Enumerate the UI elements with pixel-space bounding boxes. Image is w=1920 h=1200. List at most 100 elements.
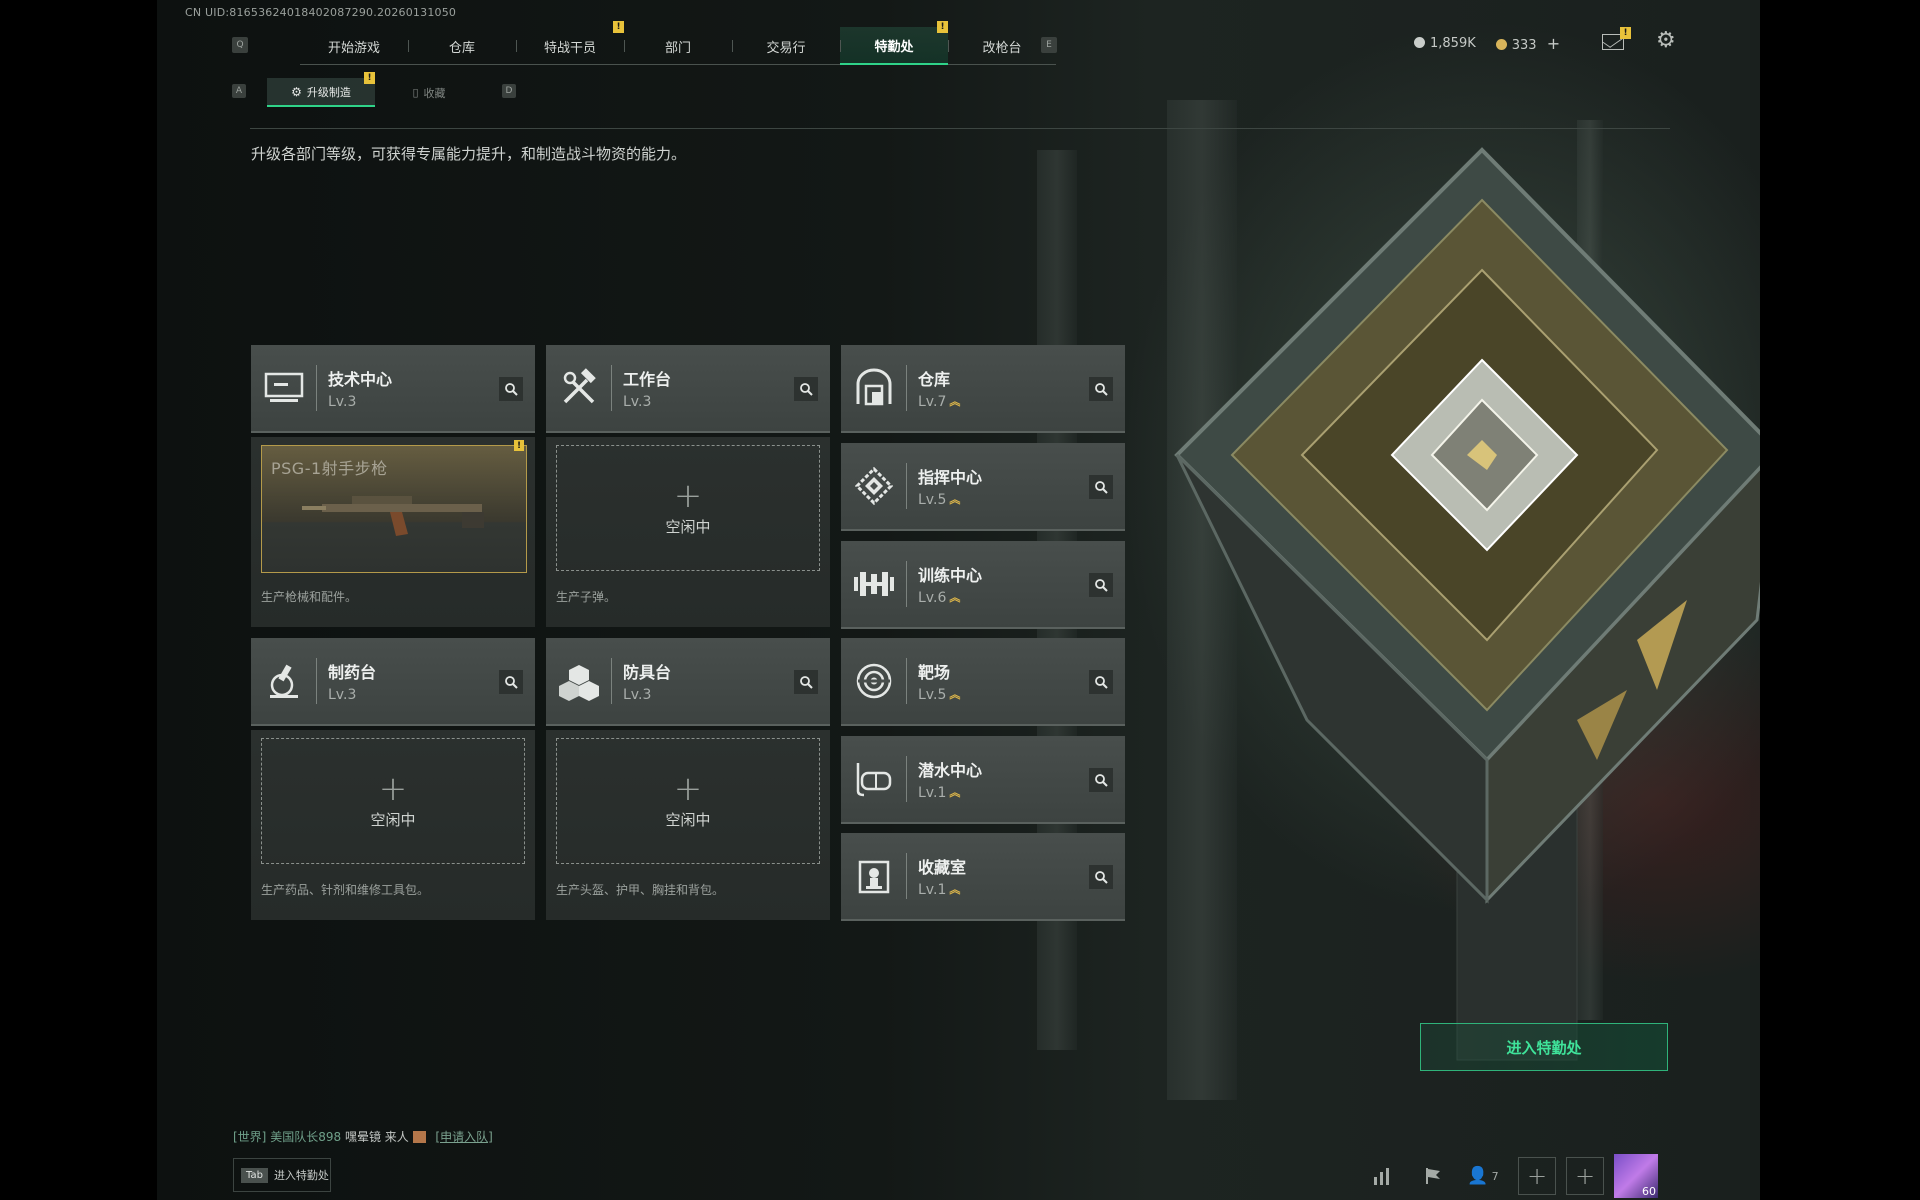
tab-hint[interactable]: Tab 进入特勤处 <box>233 1158 331 1192</box>
currency-bar: 1,859K 333 + <box>1414 34 1560 53</box>
chip-icon <box>841 443 907 529</box>
silver-coin-icon <box>1414 37 1425 48</box>
nav-prev-key: Q <box>232 37 248 53</box>
department-card-tech[interactable]: 技术中心 Lv.3 <box>251 345 535 433</box>
department-level: Lv.7 ︽ <box>918 394 960 410</box>
department-card-armor[interactable]: 防具台 Lv.3 <box>546 638 830 726</box>
level-text: Lv.3 <box>328 394 357 410</box>
search-icon[interactable] <box>1089 768 1113 792</box>
add-currency-button[interactable]: + <box>1547 34 1560 53</box>
department-card-training[interactable]: 训练中心 Lv.6 ︽ <box>841 541 1125 629</box>
subtab-collection[interactable]: ▯ 收藏 <box>375 78 483 107</box>
department-name: 收藏室 <box>918 858 967 877</box>
tab-label: 改枪台 <box>982 40 1022 56</box>
mail-icon[interactable]: ! <box>1602 27 1631 50</box>
upgrade-arrow-icon: ︽ <box>949 591 961 604</box>
tab-gunsmith[interactable]: 改枪台 <box>948 27 1056 65</box>
target-icon <box>841 638 907 724</box>
tab-label: 特勤处 <box>874 39 914 55</box>
upgrade-arrow-icon: ︽ <box>949 688 961 701</box>
search-icon[interactable] <box>1089 573 1113 597</box>
department-name: 制药台 <box>328 663 377 682</box>
slot-description: 生产头盔、护甲、胸挂和背包。 <box>556 883 725 897</box>
diving-mask-icon <box>841 736 907 822</box>
crafting-item[interactable]: PSG-1射手步枪 <box>261 445 527 573</box>
department-card-pharmacy[interactable]: 制药台 Lv.3 <box>251 638 535 726</box>
production-slot-pharmacy[interactable]: + 空闲中 生产药品、针剂和维修工具包。 <box>251 730 535 920</box>
production-slot-tech[interactable]: PSG-1射手步枪 ! 生产枪械和配件。 <box>251 437 535 627</box>
tab-trade[interactable]: 交易行 <box>732 27 840 65</box>
chat-channel: [世界] <box>233 1130 267 1144</box>
sub-nav: ⚙ 升级制造 ! ▯ 收藏 <box>267 72 483 107</box>
department-level: Lv.3 <box>328 687 376 703</box>
search-icon[interactable] <box>794 670 818 694</box>
slot-description: 生产药品、针剂和维修工具包。 <box>261 883 430 897</box>
idle-slot[interactable]: + 空闲中 <box>556 738 820 864</box>
subnav-prev-key: A <box>232 84 246 98</box>
avatar[interactable]: 60 <box>1614 1154 1658 1198</box>
level-text: Lv.5 <box>918 687 947 703</box>
hammer-wrench-icon <box>546 345 612 431</box>
vault-icon <box>841 345 907 431</box>
bottom-toolbar: 👤 7 + + 60 <box>1358 1154 1658 1198</box>
department-level: Lv.6 ︽ <box>918 590 982 606</box>
tab-start-game[interactable]: 开始游戏 <box>300 27 408 65</box>
search-icon[interactable] <box>1089 865 1113 889</box>
search-icon[interactable] <box>1089 670 1113 694</box>
tab-operators[interactable]: 特战干员! <box>516 21 624 65</box>
tab-hint-label: 进入特勤处 <box>273 1169 329 1182</box>
stats-bar-chart-icon[interactable] <box>1358 1154 1408 1198</box>
chat-sender[interactable]: 美国队长898 <box>270 1130 341 1144</box>
idle-slot[interactable]: + 空闲中 <box>261 738 525 864</box>
add-teammate-button[interactable]: + <box>1518 1157 1556 1195</box>
tab-label: 仓库 <box>448 40 475 56</box>
chat-message[interactable]: [世界] 美国队长898 嘿晕镜 来人 [申请入队] <box>233 1128 493 1145</box>
gold-coin-icon <box>1495 39 1507 50</box>
department-card-workbench[interactable]: 工作台 Lv.3 <box>546 345 830 433</box>
department-name: 指挥中心 <box>918 468 983 487</box>
tab-label: 交易行 <box>766 40 806 56</box>
plus-icon: + <box>673 768 703 809</box>
silver-amount: 1,859K <box>1430 36 1476 51</box>
gift-icon <box>412 1131 426 1143</box>
search-icon[interactable] <box>1089 475 1113 499</box>
level-text: Lv.1 <box>918 785 947 801</box>
department-card-warehouse[interactable]: 仓库 Lv.7 ︽ <box>841 345 1125 433</box>
friends-icon: 👤 <box>1467 1166 1489 1186</box>
subtab-label: 升级制造 <box>306 85 351 99</box>
search-icon[interactable] <box>499 670 523 694</box>
search-icon[interactable] <box>794 377 818 401</box>
trophy-icon <box>841 833 907 919</box>
search-icon[interactable] <box>499 377 523 401</box>
search-icon[interactable] <box>1089 377 1113 401</box>
chat-text: 嘿晕镜 来人 <box>344 1130 409 1144</box>
idle-slot[interactable]: + 空闲中 <box>556 445 820 571</box>
production-slot-workbench[interactable]: + 空闲中 生产子弹。 <box>546 437 830 627</box>
join-team-link[interactable]: [申请入队] <box>435 1130 492 1144</box>
settings-gear-icon[interactable]: ⚙ <box>1656 30 1676 52</box>
department-level: Lv.5 ︽ <box>918 492 982 508</box>
alert-badge: ! <box>937 21 948 33</box>
tab-special-ops[interactable]: 特勤处! <box>840 21 948 65</box>
silver-currency: 1,859K <box>1414 36 1476 51</box>
department-card-command[interactable]: 指挥中心 Lv.5 ︽ <box>841 443 1125 531</box>
tab-department[interactable]: 部门 <box>624 27 732 65</box>
department-level: Lv.1 ︽ <box>918 785 982 801</box>
flag-icon[interactable] <box>1408 1154 1458 1198</box>
tab-warehouse[interactable]: 仓库 <box>408 27 516 65</box>
department-card-dive[interactable]: 潜水中心 Lv.1 ︽ <box>841 736 1125 824</box>
level-text: Lv.6 <box>918 590 947 606</box>
friends-button[interactable]: 👤 7 <box>1458 1154 1508 1198</box>
gold-currency: 333 + <box>1495 34 1560 53</box>
top-nav: 开始游戏 仓库 特战干员! 部门 交易行 特勤处! 改枪台 <box>300 21 1056 65</box>
tab-key: Tab <box>241 1167 268 1183</box>
department-card-collection[interactable]: 收藏室 Lv.1 ︽ <box>841 833 1125 921</box>
enter-special-ops-button[interactable]: 进入特勤处 <box>1420 1023 1668 1071</box>
department-card-range[interactable]: 靶场 Lv.5 ︽ <box>841 638 1125 726</box>
subtab-label: 收藏 <box>423 86 446 100</box>
level-text: Lv.3 <box>328 687 357 703</box>
subtab-upgrade-craft[interactable]: ⚙ 升级制造 ! <box>267 72 375 107</box>
nav-next-key: E <box>1041 37 1057 53</box>
production-slot-armor[interactable]: + 空闲中 生产头盔、护甲、胸挂和背包。 <box>546 730 830 920</box>
add-teammate-button[interactable]: + <box>1566 1157 1604 1195</box>
